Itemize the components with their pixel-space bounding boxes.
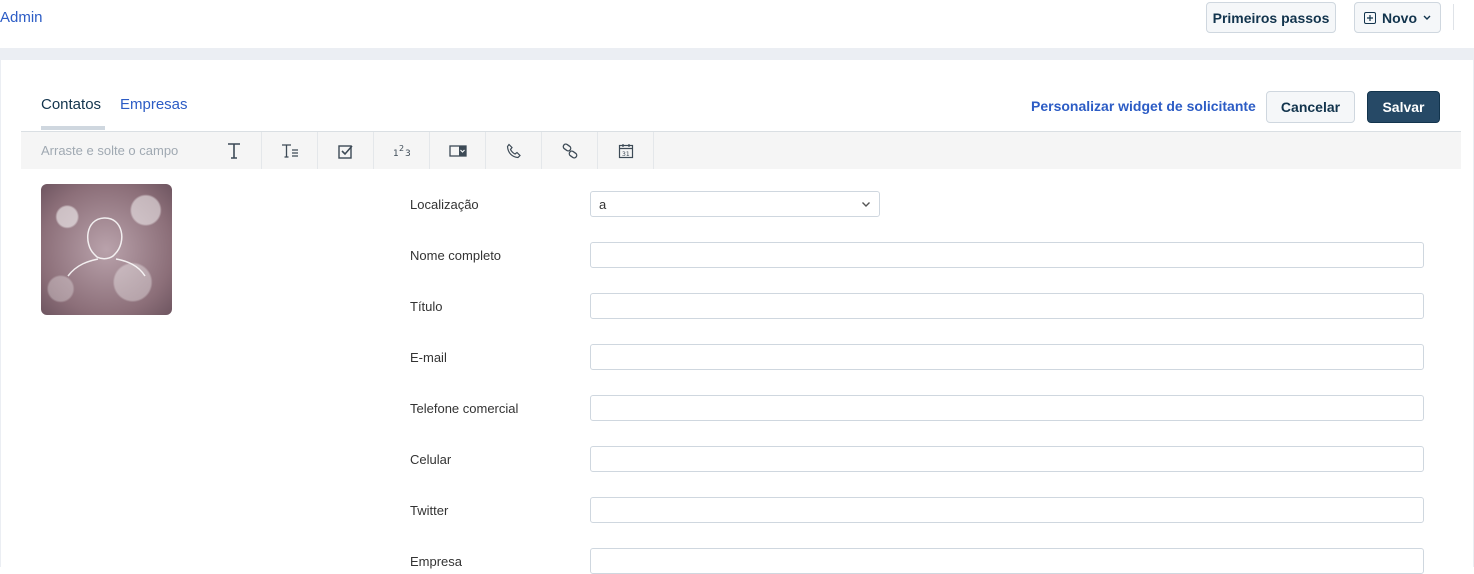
phone-field-tool[interactable] <box>486 132 542 169</box>
phone-icon <box>506 143 521 158</box>
link-field-tool[interactable] <box>542 132 598 169</box>
paragraph-icon <box>281 143 298 158</box>
twitter-input[interactable] <box>590 497 1424 523</box>
twitter-label: Twitter <box>410 503 449 518</box>
svg-text:2: 2 <box>399 144 404 153</box>
novo-button[interactable]: Novo <box>1354 2 1441 33</box>
text-field-tool[interactable] <box>206 132 262 169</box>
calendar-icon: 31 <box>618 143 633 158</box>
page-separator <box>0 48 1474 60</box>
number-icon: 123 <box>393 144 411 158</box>
celular-label: Celular <box>410 452 452 467</box>
personalizar-widget-link[interactable]: Personalizar widget de solicitante <box>1031 98 1256 114</box>
number-field-tool[interactable]: 123 <box>374 132 430 169</box>
celular-input[interactable] <box>590 446 1424 472</box>
novo-label: Novo <box>1382 9 1417 26</box>
plus-square-icon <box>1364 11 1376 24</box>
divider <box>1453 4 1454 30</box>
save-button[interactable]: Salvar <box>1367 91 1440 123</box>
nome-completo-input[interactable] <box>590 242 1424 268</box>
localizacao-select[interactable]: a <box>590 191 880 217</box>
tab-empresas[interactable]: Empresas <box>120 96 188 113</box>
contact-form-panel: Contatos Empresas Personalizar widget de… <box>0 60 1474 574</box>
text-icon <box>227 142 240 159</box>
active-tab-indicator <box>41 126 105 130</box>
checkbox-field-tool[interactable] <box>318 132 374 169</box>
telefone-label: Telefone comercial <box>410 401 519 416</box>
localizacao-value: a <box>599 196 607 212</box>
admin-breadcrumb[interactable]: Admin <box>0 9 43 26</box>
svg-text:3: 3 <box>405 149 411 158</box>
nome-completo-label: Nome completo <box>410 248 502 263</box>
localizacao-label: Localização <box>410 197 479 212</box>
toolbar-hint: Arraste e solte o campo <box>41 143 179 158</box>
chevron-down-icon <box>1423 15 1431 20</box>
date-field-tool[interactable]: 31 <box>598 132 654 169</box>
user-placeholder-icon <box>67 217 146 277</box>
top-bar: Admin Primeiros passos Novo <box>0 0 1474 48</box>
titulo-label: Título <box>410 299 443 314</box>
link-icon <box>562 142 577 159</box>
cancel-button[interactable]: Cancelar <box>1266 91 1355 123</box>
telefone-input[interactable] <box>590 395 1424 421</box>
dropdown-icon <box>448 144 467 157</box>
svg-text:31: 31 <box>622 151 630 158</box>
email-label: E-mail <box>410 350 447 365</box>
svg-text:1: 1 <box>393 149 399 158</box>
checkbox-icon <box>337 144 353 159</box>
tab-contatos[interactable]: Contatos <box>41 96 101 113</box>
empresa-input[interactable] <box>590 548 1424 574</box>
email-input[interactable] <box>590 344 1424 370</box>
titulo-input[interactable] <box>590 293 1424 319</box>
dropdown-field-tool[interactable] <box>430 132 486 169</box>
field-toolbar: Arraste e solte o campo 123 31 <box>21 131 1461 169</box>
paragraph-field-tool[interactable] <box>262 132 318 169</box>
chevron-down-icon <box>862 201 870 207</box>
avatar[interactable] <box>41 184 172 315</box>
primeiros-passos-button[interactable]: Primeiros passos <box>1206 2 1336 33</box>
